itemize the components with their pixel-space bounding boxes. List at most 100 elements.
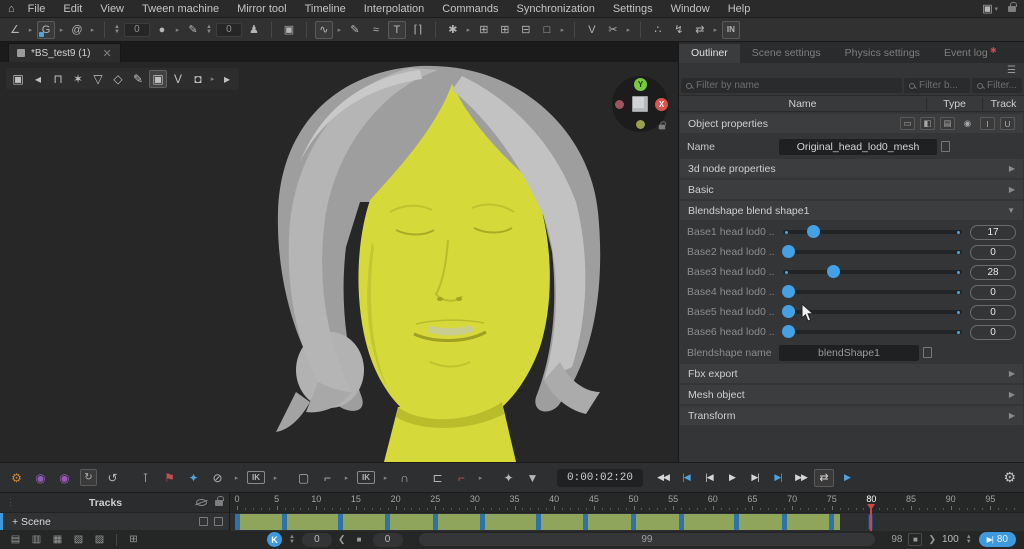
tracks-lock-icon[interactable] xyxy=(215,495,224,506)
slider-value[interactable]: 0 xyxy=(970,244,1016,260)
pin-icon[interactable]: ⊺ xyxy=(137,469,154,486)
slider-value[interactable]: 0 xyxy=(970,304,1016,320)
head-model[interactable] xyxy=(0,62,678,462)
column-track[interactable]: Track xyxy=(982,97,1024,110)
slider-value[interactable]: 0 xyxy=(970,284,1016,300)
merge-track-icon[interactable]: ⊞ xyxy=(126,534,141,545)
slider-knob[interactable] xyxy=(827,265,841,278)
keyframe-marker[interactable] xyxy=(535,514,541,530)
eye-hidden-icon[interactable] xyxy=(196,499,207,506)
next-frame-button[interactable]: ▶| xyxy=(745,469,765,487)
split-view-icon[interactable]: ◧ xyxy=(920,117,935,130)
dropdown-arrow-icon[interactable]: ▸ xyxy=(559,26,566,34)
prev-frame-button[interactable]: |◀ xyxy=(699,469,719,487)
playhead-line[interactable] xyxy=(870,508,873,531)
offset-stepper[interactable]: ▲ ▼ xyxy=(289,534,295,545)
polygon-icon[interactable]: ◇ xyxy=(109,70,127,88)
view-cube-icon[interactable]: ▣ xyxy=(9,70,27,88)
keyframe-marker[interactable] xyxy=(583,514,589,530)
section-transform[interactable]: Transform ▶ xyxy=(680,406,1023,425)
keyframe-marker[interactable] xyxy=(631,514,636,530)
reset-interval-icon[interactable]: ↺ xyxy=(104,469,121,486)
offset-value[interactable]: 0 xyxy=(301,532,332,547)
tween-curves-icon[interactable]: ≈ xyxy=(367,21,385,39)
text-tool-icon[interactable]: T xyxy=(387,20,406,39)
dropdown-arrow-icon[interactable]: ▸ xyxy=(382,474,389,482)
gizmo-y-axis[interactable]: Y xyxy=(634,78,647,91)
keyframe-marker[interactable] xyxy=(678,514,684,530)
copy-icon[interactable] xyxy=(923,346,932,358)
brackets-icon[interactable]: ⌈⌉ xyxy=(409,21,427,39)
tangent-step-icon[interactable]: ⌐ xyxy=(453,469,470,486)
document-tab[interactable]: *BS_test9 (1) ✕ xyxy=(8,43,121,62)
interpolation-curve-icon[interactable]: ∿ xyxy=(314,20,333,39)
home-icon[interactable]: ⌂ xyxy=(8,3,15,15)
rewind-button[interactable]: ◀◀ xyxy=(653,469,673,487)
menu-timeline[interactable]: Timeline xyxy=(296,2,355,16)
slider-knob[interactable] xyxy=(782,305,795,318)
update-u-icon[interactable]: U xyxy=(1000,117,1015,130)
dropdown-arrow-icon[interactable]: ▸ xyxy=(27,26,34,34)
tab-physics-settings[interactable]: Physics settings xyxy=(833,44,932,63)
end-frame-value[interactable]: 98 xyxy=(891,534,902,545)
menu-file[interactable]: File xyxy=(19,2,55,16)
object-properties-header[interactable]: Object properties ▭ ◧ ▤ ◉ I U xyxy=(680,114,1023,133)
export-track-icon[interactable]: ▨ xyxy=(92,534,107,545)
play-button[interactable]: ▶ xyxy=(722,469,742,487)
character-icon[interactable]: ♟ xyxy=(245,21,263,39)
menu-edit[interactable]: Edit xyxy=(54,2,91,16)
menu-tween-machine[interactable]: Tween machine xyxy=(133,2,228,16)
keyframe-track[interactable] xyxy=(230,512,1024,531)
dropdown-arrow-icon[interactable]: ▸ xyxy=(209,75,216,83)
loop-interval-icon[interactable]: ↻ xyxy=(80,469,97,486)
stepper-icon[interactable]: ▲ ▼ xyxy=(114,24,120,35)
filter-by-track-input[interactable]: Filter... xyxy=(972,78,1022,93)
slider-value[interactable]: 0 xyxy=(970,324,1016,340)
slider-track[interactable] xyxy=(782,245,962,258)
ik-fk-badge[interactable]: IK xyxy=(357,471,375,484)
keyframe-marker[interactable] xyxy=(432,514,438,530)
total-frames-value[interactable]: 100 xyxy=(942,534,959,545)
jump-end-button[interactable]: ▶| xyxy=(768,469,788,487)
current-frame-pill[interactable]: ▶| 80 xyxy=(978,532,1016,547)
add-subtrack-icon[interactable]: ▥ xyxy=(29,534,44,545)
remove-track-icon[interactable]: ▦ xyxy=(50,534,65,545)
copy-icon[interactable] xyxy=(941,140,950,152)
keyframe-marker[interactable] xyxy=(385,514,391,530)
edit-curve-icon[interactable]: ✎ xyxy=(346,21,364,39)
section-fbx-export[interactable]: Fbx export ▶ xyxy=(680,364,1023,383)
ik-badge[interactable]: IK xyxy=(247,471,265,484)
select-box-icon[interactable]: ▢ xyxy=(295,469,312,486)
joints-icon[interactable]: ✶ xyxy=(69,70,87,88)
tab-outliner[interactable]: Outliner xyxy=(679,44,740,63)
dropdown-arrow-icon[interactable]: ▸ xyxy=(465,26,472,34)
menu-help[interactable]: Help xyxy=(719,2,760,16)
lock-icon[interactable] xyxy=(1008,1,1017,12)
keyframe-marker[interactable] xyxy=(829,514,835,530)
pen-icon[interactable]: ✎ xyxy=(184,21,202,39)
stepper-icon[interactable]: ▲ ▼ xyxy=(206,24,212,35)
column-type[interactable]: Type xyxy=(926,97,982,110)
menu-interpolation[interactable]: Interpolation xyxy=(355,2,434,16)
dropdown-arrow-icon[interactable]: ▸ xyxy=(58,26,65,34)
copy-pose-icon[interactable]: ▣ xyxy=(280,21,298,39)
keyframe-marker[interactable] xyxy=(480,514,486,530)
slider-value[interactable]: 17 xyxy=(970,224,1016,240)
interval-field[interactable]: 0 xyxy=(215,22,242,37)
scene-track-row[interactable]: + Scene xyxy=(0,512,229,530)
animation-mode-icon[interactable]: ✱ xyxy=(444,21,462,39)
brush-key-icon[interactable]: ✦ xyxy=(500,469,517,486)
visual-v-icon[interactable]: V xyxy=(169,70,187,88)
graph-editor-icon[interactable]: ∠ xyxy=(6,21,24,39)
name-input[interactable]: Original_head_lod0_mesh xyxy=(779,139,937,155)
viewport-3d[interactable]: ▣ ◂ ⊓ ✶ ▽ ◇ ✎ ▣ V ◘ ▸ ▸ Y X xyxy=(0,62,678,462)
view-gizmo[interactable]: Y X xyxy=(612,76,668,132)
chevron-right-icon[interactable]: ❯ xyxy=(928,534,936,545)
keyframe-marker[interactable] xyxy=(234,514,240,530)
dropdown-arrow-icon[interactable]: ▸ xyxy=(712,26,719,34)
stop-box-icon[interactable]: ■ xyxy=(908,533,923,546)
window-layout-icon[interactable]: ▣ ▾ xyxy=(982,0,1000,18)
total-frames-stepper[interactable]: ▲ ▼ xyxy=(966,534,972,545)
slider-knob[interactable] xyxy=(782,285,795,298)
ban-icon[interactable]: ⊘ xyxy=(209,469,226,486)
